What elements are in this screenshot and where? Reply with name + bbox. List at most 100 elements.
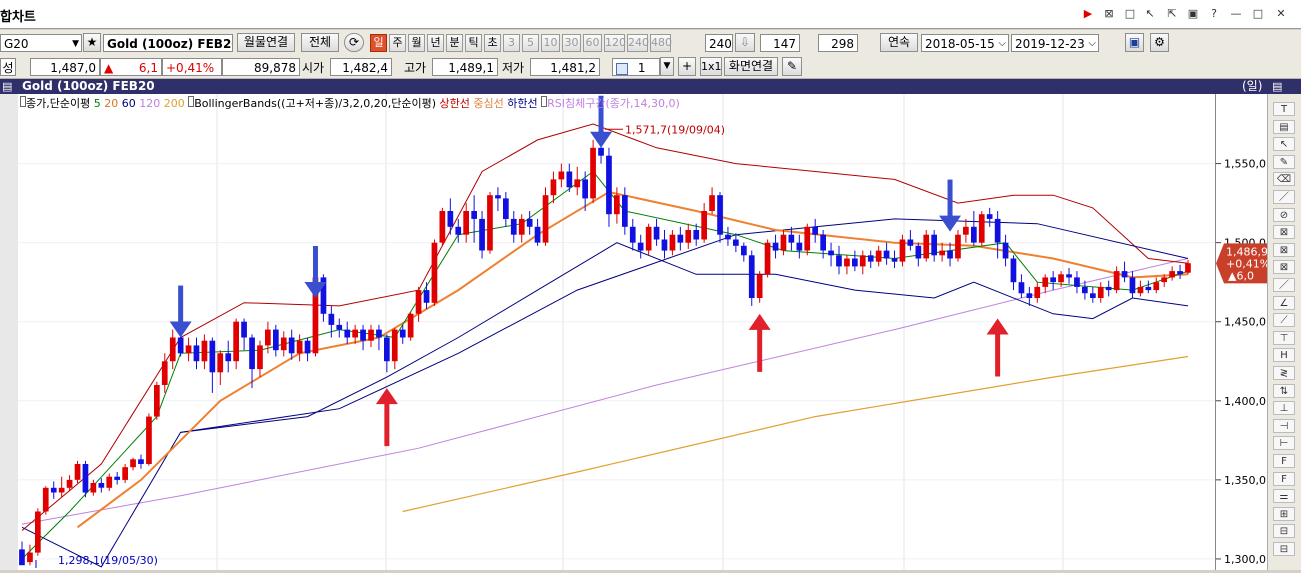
candle-body (780, 234, 787, 251)
spin-select[interactable]: 1 (612, 58, 660, 76)
date-from-field[interactable]: 2018-05-15 ⌵ (921, 34, 1009, 52)
period-button[interactable]: 5 (522, 34, 539, 52)
candle-body (550, 179, 557, 196)
period-button[interactable]: 일 (370, 34, 387, 52)
link-icon[interactable]: ⊠ (1103, 8, 1115, 20)
list-icon[interactable]: ▤ (1272, 79, 1282, 94)
period-button[interactable]: 10 (541, 34, 560, 52)
candle-body (764, 242, 771, 275)
screen-link-button[interactable]: 화면연결 (724, 57, 778, 76)
drawing-tool-icon[interactable]: ⊟ (1273, 542, 1295, 556)
drawing-tool-icon[interactable]: T (1273, 102, 1295, 116)
chart-plot-area[interactable]: 1,571,7(19/09/04) 1,298,1(19/05/30) (18, 94, 1215, 570)
candle-body (741, 245, 747, 256)
drawing-tool-icon[interactable]: ⚌ (1273, 489, 1295, 504)
candle-body (510, 218, 517, 235)
candle-body (193, 345, 200, 362)
period-button[interactable]: 월 (408, 34, 425, 52)
help-icon[interactable]: ? (1208, 8, 1220, 20)
candle-body (971, 226, 977, 243)
drawing-tool-icon[interactable]: ⊟ (1273, 524, 1295, 539)
period-button[interactable]: 초 (484, 34, 501, 52)
period-button[interactable]: 480 (650, 34, 672, 52)
period-button[interactable]: 3 (503, 34, 520, 52)
symbol-code-select[interactable]: G20 ▼ (0, 34, 82, 52)
drawing-tool-icon[interactable]: ⊥ (1273, 401, 1295, 416)
chevron-down-icon[interactable]: ▼ (660, 57, 674, 76)
drawing-tool-icon[interactable]: ⊠ (1273, 225, 1295, 240)
continuous-button[interactable]: 연속 (880, 33, 918, 52)
copy-icon[interactable]: ▣ (1187, 8, 1199, 20)
date-to-field[interactable]: 2019-12-23 ⌵ (1011, 34, 1099, 52)
all-button[interactable]: 전체 (301, 33, 339, 52)
minimize-icon[interactable]: — (1230, 8, 1242, 20)
candle-body (463, 211, 469, 235)
drawing-tool-icon[interactable]: ／ (1273, 278, 1295, 292)
period-button[interactable]: 120 (604, 34, 626, 52)
candle-body (788, 234, 795, 243)
symbol-name-field[interactable]: Gold (100oz) FEB20 (103, 34, 233, 52)
candle-body (669, 234, 676, 251)
window-icon[interactable]: □ (1124, 8, 1136, 20)
maximize-icon[interactable]: □ (1252, 8, 1264, 20)
candle-body (986, 214, 993, 219)
drawing-tool-icon[interactable]: ⊤ (1273, 330, 1295, 345)
drawing-tool-icon[interactable]: ⌫ (1273, 172, 1295, 187)
arrow-up-head (986, 318, 1009, 335)
drawing-tool-icon[interactable]: ↖ (1273, 137, 1295, 152)
window-title: 합차트 (0, 10, 36, 25)
candle-body (733, 239, 739, 246)
candle-body (748, 255, 755, 298)
period-button[interactable]: 틱 (465, 34, 482, 52)
drawing-tool-icon[interactable]: ▤ (1273, 119, 1295, 134)
legend-bb-lower: 하한선 (507, 97, 538, 110)
pin-icon[interactable]: ↖ (1144, 8, 1156, 20)
period-button[interactable]: 주 (389, 34, 406, 52)
period-button[interactable]: 년 (427, 34, 444, 52)
ma200-line (402, 355, 1189, 513)
drawing-tool-icon[interactable]: F (1273, 454, 1295, 468)
favorite-star-button[interactable]: ★ (83, 33, 101, 52)
one-by-one-button[interactable]: 1x1 (700, 57, 722, 76)
period-button[interactable]: 분 (446, 34, 463, 52)
drawing-tool-icon[interactable]: ⊠ (1273, 242, 1295, 257)
crosshair-icon[interactable]: + (678, 57, 696, 76)
drawing-tool-icon[interactable]: ／ (1273, 190, 1295, 204)
date-from-value: 2018-05-15 (925, 37, 995, 51)
export-icon[interactable]: ⇱ (1166, 8, 1178, 20)
drawing-tool-icon[interactable]: ⊣ (1273, 418, 1295, 433)
candle-body (130, 459, 136, 468)
count-field-1[interactable]: 147 (760, 34, 800, 52)
pencil-icon[interactable]: ✎ (782, 57, 802, 76)
drawing-tool-icon[interactable]: ⊠ (1273, 260, 1295, 275)
candle-body (66, 479, 73, 488)
drawing-tool-icon[interactable]: ≷ (1273, 366, 1295, 380)
close-icon[interactable]: ✕ (1275, 8, 1287, 20)
settings-icon[interactable]: ⚙ (1150, 33, 1169, 52)
period-button[interactable]: 30 (562, 34, 581, 52)
drawing-tool-icon[interactable]: H (1273, 348, 1295, 363)
period-button[interactable]: 240 (627, 34, 649, 52)
candle-body (352, 329, 358, 338)
candle-body (923, 234, 930, 259)
interval-field[interactable]: 240 (705, 34, 733, 52)
candle-body (820, 234, 826, 251)
drawing-tool-icon[interactable]: ⊞ (1273, 506, 1295, 521)
period-button[interactable]: 60 (583, 34, 602, 52)
drawing-tool-icon[interactable]: ∠ (1273, 295, 1295, 310)
drawing-tool-icon[interactable]: ✎ (1273, 154, 1295, 169)
play-icon[interactable]: ▶ (1082, 8, 1094, 20)
drawing-tool-icon[interactable]: ⊘ (1273, 207, 1295, 222)
save-icon[interactable]: ▣ (1125, 33, 1144, 52)
candle-body (1145, 286, 1152, 291)
candle-body (27, 552, 33, 563)
drawing-tool-icon[interactable]: ⇅ (1273, 383, 1295, 398)
drawing-tool-icon[interactable]: F (1273, 471, 1295, 486)
drawing-tool-icon[interactable]: ⊢ (1273, 436, 1295, 451)
arrow-down-icon[interactable]: ⇩ (735, 33, 755, 52)
refresh-icon[interactable]: ⟳ (344, 33, 364, 52)
monthly-link-button[interactable]: 월물연결 (237, 33, 295, 52)
count-field-2[interactable]: 298 (818, 34, 858, 52)
menu-icon[interactable]: ▤ (2, 79, 12, 94)
drawing-tool-icon[interactable]: ⟋ (1273, 313, 1295, 328)
